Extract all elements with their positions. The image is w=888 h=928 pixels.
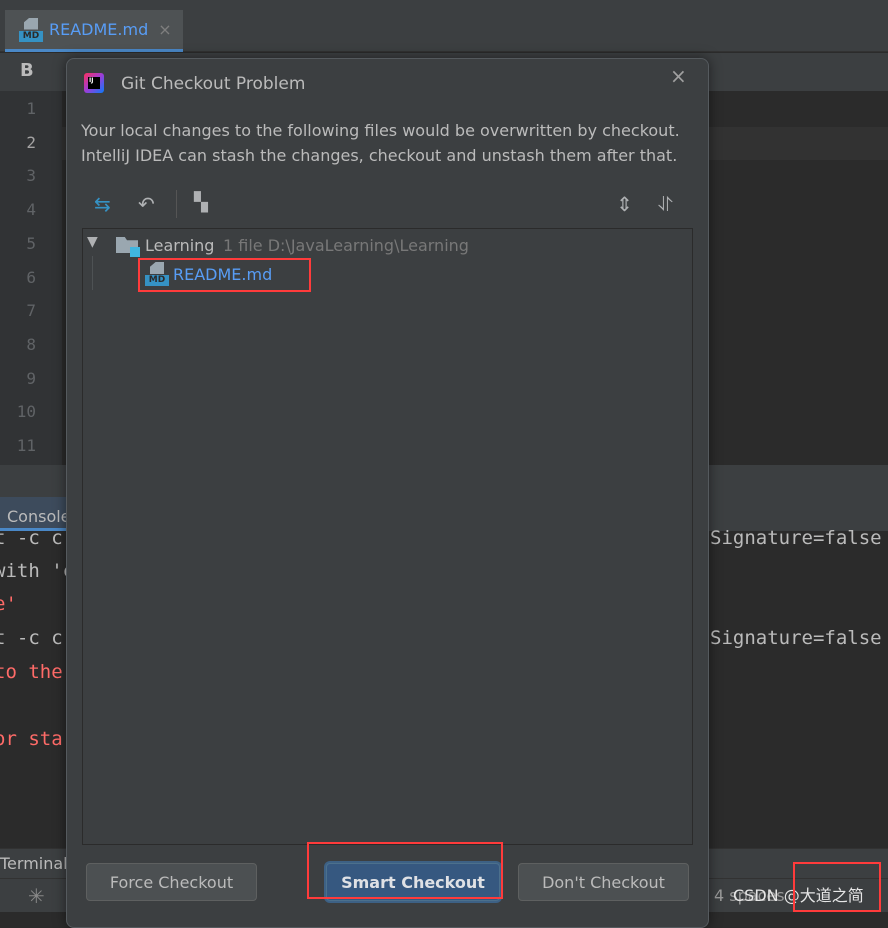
expand-all-icon[interactable]: ⇕ [616,192,633,216]
line-number: 3 [26,166,36,186]
line-number: 9 [26,368,36,388]
line-number: 7 [26,301,36,321]
line-number: 11 [16,436,36,455]
collapse-all-icon[interactable]: ⥯ [658,192,673,216]
loading-spinner-icon: ✳ [28,884,45,908]
annotation-box [138,258,311,292]
dialog-description: IntelliJ IDEA can stash the changes, che… [81,146,678,165]
line-number: 2 [26,132,36,152]
console-line: e' [0,593,17,615]
terminal-tab[interactable]: Terminal [0,854,68,873]
show-diff-icon[interactable]: ⇆ [94,192,111,216]
close-tab-icon[interactable]: × [158,20,171,39]
line-number: 1 [26,99,36,118]
group-by-icon[interactable]: ▚ [194,192,208,213]
console-line: to the [0,661,63,683]
toolbar-divider [176,190,177,218]
line-number: 10 [16,402,36,422]
dialog-description: Your local changes to the following file… [81,121,680,140]
close-dialog-icon[interactable]: × [670,64,687,88]
rollback-icon[interactable]: ↶ [138,192,155,216]
console-line: with 'c [0,560,75,582]
tree-guide-line [92,256,93,290]
bold-button[interactable]: B [20,60,34,81]
console-line: t -c c [0,527,63,549]
annotation-box [793,862,881,912]
annotation-box [307,842,503,899]
dont-checkout-button[interactable]: Don't Checkout [518,863,689,901]
line-number: 5 [26,233,36,253]
console-line: Signature=false [710,527,882,549]
force-checkout-button[interactable]: Force Checkout [86,863,257,901]
line-number: 4 [26,200,36,220]
expand-arrow-icon[interactable]: ▼ [87,234,98,250]
tree-folder-node[interactable]: Learning [145,236,214,255]
line-number: 8 [26,334,36,354]
dialog-title: Git Checkout Problem [121,74,306,94]
console-line: t -c c [0,627,63,649]
intellij-logo-icon: IJ [84,73,104,93]
folder-icon [116,235,140,257]
markdown-file-icon: MD [19,17,43,42]
folder-meta: 1 file D:\JavaLearning\Learning [223,236,469,255]
changed-files-tree [82,228,693,845]
tab-readme[interactable]: MD README.md × [5,10,183,52]
console-line: or sta [0,728,63,750]
console-line: Signature=false [710,627,882,649]
tab-label: README.md [49,20,149,39]
line-number: 6 [26,267,36,287]
